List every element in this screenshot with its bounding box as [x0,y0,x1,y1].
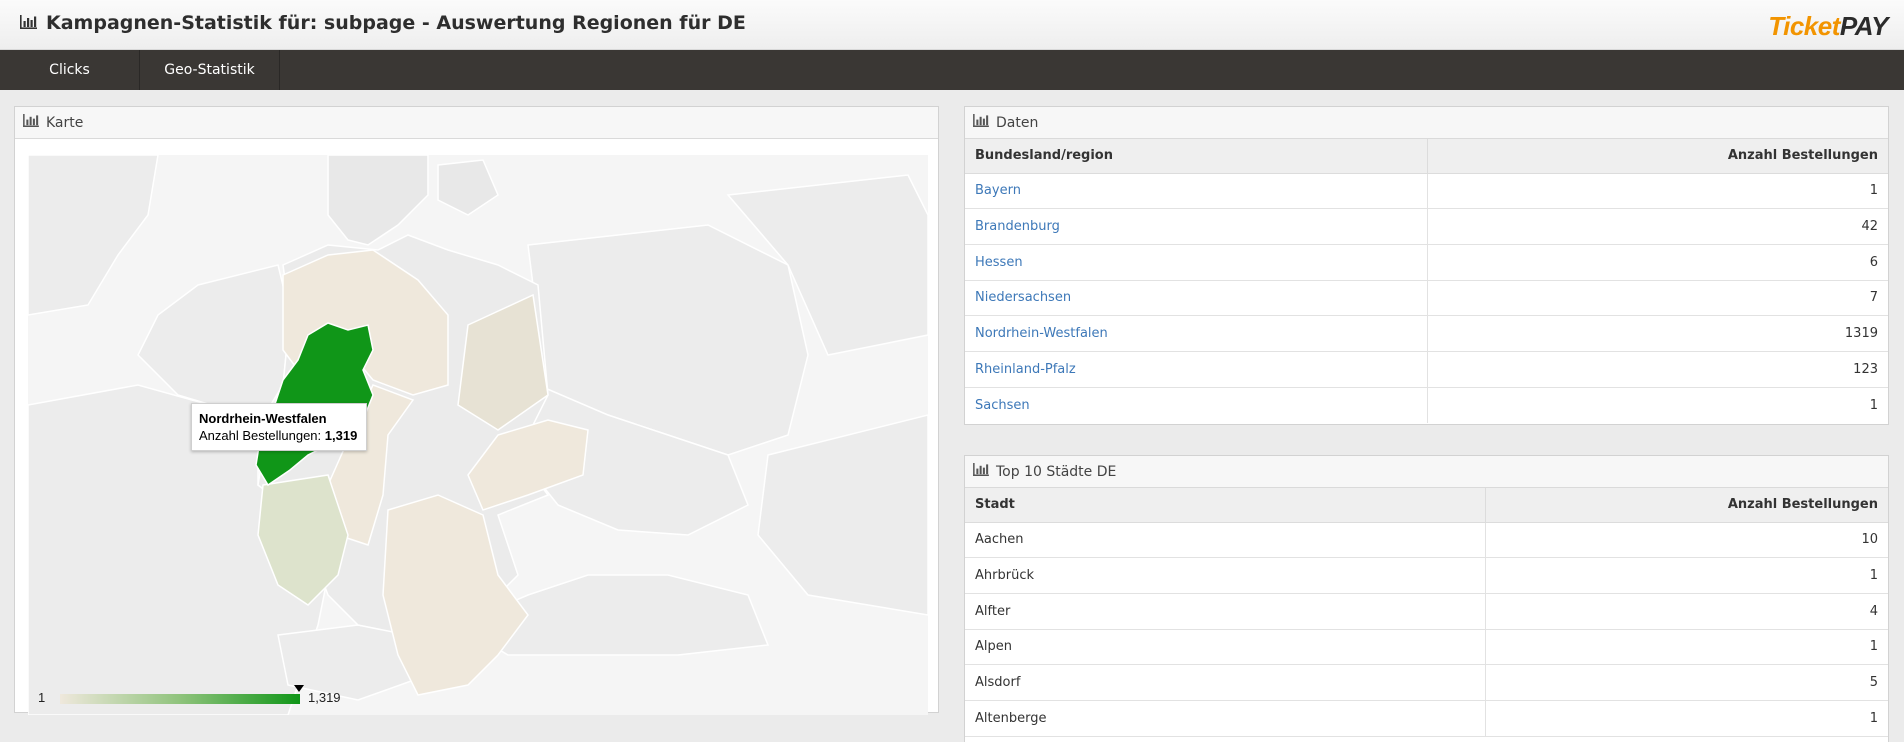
tooltip-region: Nordrhein-Westfalen [199,411,327,426]
page-title-text: Kampagnen-Statistik für: subpage - Auswe… [46,12,746,34]
table-header-row: Stadt Anzahl Bestellungen [965,488,1888,523]
tooltip-label: Anzahl Bestellungen: [199,428,322,443]
city-count: 5 [1484,664,1888,701]
data-panel: Daten Bundesland/region Anzahl Bestellun… [964,106,1889,425]
table-row: Hessen 6 [965,244,1888,281]
table-row: Nordrhein-Westfalen 1319 [965,315,1888,352]
table-row: Sachsen 1 [965,387,1888,423]
city-name: Aachen [965,522,1485,559]
city-count: 1 [1484,700,1888,737]
region-link[interactable]: Rheinland-Pfalz [975,362,1076,377]
table-row: Brandenburg 42 [965,208,1888,245]
region-count: 7 [1426,280,1888,317]
legend-min: 1 [38,690,46,705]
regions-table: Bundesland/region Anzahl Bestellungen Ba… [965,139,1888,423]
city-count: 10 [1484,522,1888,559]
region-link[interactable]: Sachsen [975,398,1030,413]
bar-chart-icon [20,12,37,34]
table-row: Bayern 1 [965,173,1888,210]
table-row: Ahrbrück 1 [965,557,1888,594]
table-header-row: Bundesland/region Anzahl Bestellungen [965,139,1888,174]
tooltip-value-line: Anzahl Bestellungen: 1,319 [199,427,359,444]
bar-chart-icon [973,114,989,131]
nav-clicks[interactable]: Clicks [0,50,140,90]
nav-geo-statistik[interactable]: Geo-Statistik [140,50,280,90]
map-svg [28,155,928,715]
table-row: Niedersachsen 7 [965,280,1888,317]
cities-panel-header: Top 10 Städte DE [965,456,1888,488]
column-header-city[interactable]: Stadt [965,488,1485,523]
bar-chart-icon [973,463,989,480]
city-name: Alsdorf [965,664,1485,701]
map-tooltip: Nordrhein-Westfalen Anzahl Bestellungen:… [191,403,367,451]
region-count: 1319 [1426,315,1888,352]
region-count: 1 [1426,173,1888,210]
city-name: Altenberge [965,700,1485,737]
legend-marker-icon [294,685,304,692]
map-panel-title: Karte [46,114,84,131]
table-row: Aachen 10 [965,522,1888,559]
main-nav: Clicks Geo-Statistik [0,50,1904,90]
city-name: Alpen [965,629,1485,666]
region-link[interactable]: Brandenburg [975,219,1060,234]
map-panel: Karte Nordrhein-Westfalen Anzahl Bestell… [14,106,939,715]
cities-panel: Top 10 Städte DE Stadt Anzahl Bestellung… [964,455,1889,742]
region-count: 42 [1426,208,1888,245]
top-header: Kampagnen-Statistik für: subpage - Auswe… [0,0,1904,50]
region-count: 6 [1426,244,1888,281]
cities-panel-title: Top 10 Städte DE [996,463,1117,480]
table-row: Altenberge 1 [965,700,1888,737]
region-link[interactable]: Niedersachsen [975,290,1071,305]
region-link[interactable]: Hessen [975,255,1023,270]
city-count: 1 [1484,557,1888,594]
bar-chart-icon [23,114,39,131]
page-title: Kampagnen-Statistik für: subpage - Auswe… [20,12,746,34]
region-count: 1 [1426,387,1888,423]
legend-max: 1,319 [308,690,341,705]
column-header-region[interactable]: Bundesland/region [965,139,1427,174]
region-link[interactable]: Nordrhein-Westfalen [975,326,1108,341]
cities-table: Stadt Anzahl Bestellungen Aachen 10 Ahrb… [965,488,1888,737]
legend-gradient-bar [60,694,300,704]
city-name: Ahrbrück [965,557,1485,594]
table-row: Alsdorf 5 [965,664,1888,701]
city-name: Alfter [965,593,1485,630]
data-panel-header: Daten [965,107,1888,139]
column-header-count[interactable]: Anzahl Bestellungen [1484,488,1888,523]
color-legend: 1 1,319 [38,685,368,709]
data-panel-title: Daten [996,114,1039,131]
table-row: Rheinland-Pfalz 123 [965,351,1888,388]
tooltip-value: 1,319 [324,428,358,443]
city-count: 1 [1484,629,1888,666]
table-row: Alfter 4 [965,593,1888,630]
table-row: Alpen 1 [965,629,1888,666]
column-header-count[interactable]: Anzahl Bestellungen [1426,139,1888,174]
germany-map[interactable]: Nordrhein-Westfalen Anzahl Bestellungen:… [28,155,928,715]
region-count: 123 [1426,351,1888,388]
city-count: 4 [1484,593,1888,630]
ticketpay-logo[interactable]: TicketPAY [1768,11,1888,42]
map-panel-header: Karte [15,107,938,139]
region-link[interactable]: Bayern [975,183,1021,198]
